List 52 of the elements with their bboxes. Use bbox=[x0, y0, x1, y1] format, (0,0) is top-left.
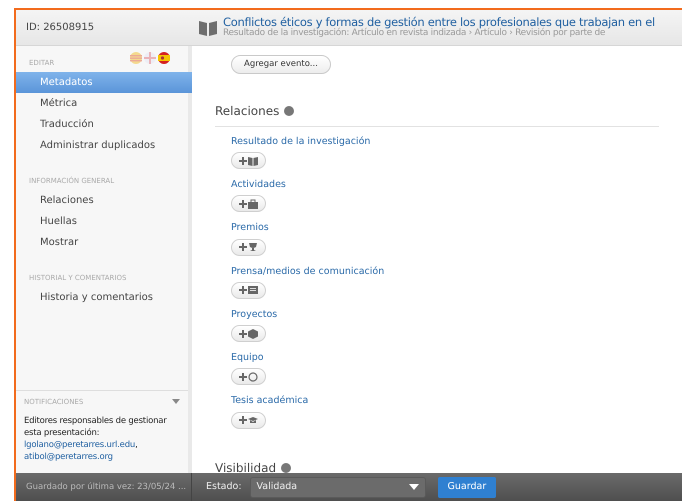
relation-label: Actividades bbox=[231, 178, 286, 192]
section-title: Relaciones bbox=[215, 102, 280, 120]
state-label: Estado: bbox=[206, 480, 242, 494]
graduation-cap-icon bbox=[248, 415, 258, 425]
record-id: ID: 26508915 bbox=[26, 21, 94, 35]
notification-text: Editores responsables de gestionar esta presentación: bbox=[24, 416, 167, 438]
plus-icon bbox=[239, 156, 247, 164]
trophy-icon bbox=[248, 242, 258, 252]
nav-item[interactable]: Huellas bbox=[16, 211, 188, 232]
add-relation-button[interactable] bbox=[231, 152, 266, 169]
newspaper-icon bbox=[248, 285, 258, 296]
add-event-button[interactable]: Agregar evento... bbox=[231, 55, 331, 74]
nav-item[interactable]: Mostrar bbox=[16, 232, 188, 253]
briefcase-icon bbox=[248, 198, 258, 209]
save-button[interactable]: Guardar bbox=[438, 476, 496, 498]
plus-icon bbox=[239, 243, 247, 251]
last-saved-text: Guardado por última vez: 23/05/24 ... bbox=[26, 480, 186, 494]
plus-icon bbox=[239, 200, 247, 208]
plus-icon bbox=[239, 372, 247, 381]
add-relation-button[interactable] bbox=[231, 368, 266, 386]
add-relation-button[interactable] bbox=[231, 195, 266, 212]
plus-icon bbox=[239, 330, 247, 338]
add-relation-button[interactable] bbox=[231, 238, 266, 256]
relation-label: Resultado de la investigación bbox=[231, 134, 370, 149]
relation-label: Proyectos bbox=[231, 308, 278, 322]
nav-item[interactable]: Traducción bbox=[16, 114, 188, 135]
nav-item[interactable]: Administrar duplicados bbox=[16, 135, 188, 156]
plus-icon bbox=[239, 416, 247, 424]
relation-label: Tesis académica bbox=[231, 394, 308, 408]
plus-icon bbox=[239, 286, 247, 294]
publication-type: Resultado de la investigación: Artículo en revista indizada › Artículo › Revisión por parte de bbox=[223, 28, 606, 38]
section-title: Visibilidad bbox=[215, 460, 276, 473]
relation-label: Equipo bbox=[231, 351, 264, 365]
relation-label: Premios bbox=[231, 221, 269, 236]
publication-title[interactable]: Conflictos éticos y formas de gestión entre los profesionales que trabajan en el bbox=[223, 16, 655, 28]
flag-icon[interactable] bbox=[158, 52, 170, 64]
add-relation-button[interactable] bbox=[231, 282, 266, 299]
separator: , bbox=[135, 440, 138, 450]
caret-icon bbox=[408, 484, 419, 490]
nav-item[interactable]: Relaciones bbox=[16, 190, 188, 211]
email-link[interactable]: lgolano@peretarres.url.edu bbox=[24, 440, 136, 450]
nav-item[interactable]: Métrica bbox=[16, 93, 188, 114]
email-link[interactable]: atibol@peretarres.org bbox=[24, 452, 113, 462]
ring-icon bbox=[248, 372, 258, 382]
caret-icon[interactable] bbox=[172, 399, 180, 404]
add-relation-button[interactable] bbox=[231, 412, 266, 428]
relation-label: Prensa/medios de comunicación bbox=[231, 264, 384, 278]
nav-item[interactable]: Historia y comentarios bbox=[16, 287, 188, 308]
book-icon bbox=[198, 18, 218, 36]
state-dropdown[interactable]: Validada bbox=[250, 476, 426, 498]
book-icon bbox=[248, 156, 258, 166]
add-relation-button[interactable] bbox=[231, 325, 266, 342]
